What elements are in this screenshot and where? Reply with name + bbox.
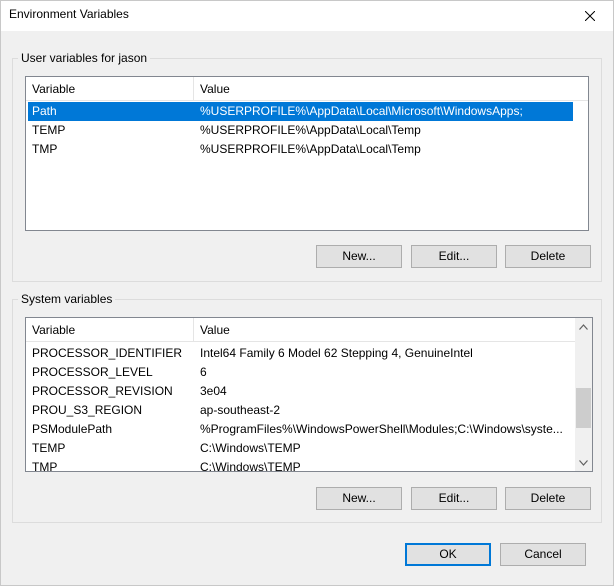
variable-cell: TMP bbox=[32, 460, 58, 472]
vertical-scrollbar[interactable] bbox=[575, 318, 592, 471]
ok-label: OK bbox=[439, 547, 457, 561]
variable-cell: TEMP bbox=[32, 123, 66, 137]
ok-button[interactable]: OK bbox=[405, 543, 491, 566]
system-edit-label: Edit... bbox=[438, 491, 470, 505]
list-header: Variable Value bbox=[26, 318, 575, 342]
close-icon bbox=[585, 11, 595, 21]
cancel-label: Cancel bbox=[524, 547, 562, 561]
user-new-label: New... bbox=[342, 249, 376, 263]
environment-variables-dialog: Environment Variables User variables for… bbox=[0, 0, 614, 586]
table-row[interactable]: TEMP %USERPROFILE%\AppData\Local\Temp bbox=[28, 121, 573, 140]
column-header-variable[interactable]: Variable bbox=[26, 318, 194, 342]
variable-cell: PROCESSOR_REVISION bbox=[32, 384, 173, 398]
table-row[interactable]: PSModulePath %ProgramFiles%\WindowsPower… bbox=[28, 420, 573, 439]
table-row[interactable]: PROCESSOR_IDENTIFIER Intel64 Family 6 Mo… bbox=[28, 344, 573, 363]
value-cell: 6 bbox=[200, 365, 207, 379]
variable-cell: PSModulePath bbox=[32, 422, 113, 436]
scroll-down-button[interactable] bbox=[575, 454, 592, 471]
cancel-button[interactable]: Cancel bbox=[500, 543, 586, 566]
system-edit-button[interactable]: Edit... bbox=[411, 487, 497, 510]
column-header-variable[interactable]: Variable bbox=[26, 77, 194, 101]
value-cell: %USERPROFILE%\AppData\Local\Temp bbox=[200, 142, 421, 156]
close-button[interactable] bbox=[567, 1, 613, 31]
user-new-button[interactable]: New... bbox=[316, 245, 402, 268]
variable-cell: PROCESSOR_LEVEL bbox=[32, 365, 153, 379]
user-variables-label: User variables for jason bbox=[18, 51, 151, 65]
scroll-up-button[interactable] bbox=[575, 318, 592, 335]
system-variables-label: System variables bbox=[18, 292, 116, 306]
table-row[interactable]: PROCESSOR_REVISION 3e04 bbox=[28, 382, 573, 401]
scroll-thumb[interactable] bbox=[576, 388, 591, 428]
variable-cell: PROCESSOR_IDENTIFIER bbox=[32, 346, 183, 360]
user-edit-button[interactable]: Edit... bbox=[411, 245, 497, 268]
value-cell: Intel64 Family 6 Model 62 Stepping 4, Ge… bbox=[200, 346, 473, 360]
user-delete-label: Delete bbox=[530, 249, 566, 263]
system-new-label: New... bbox=[342, 491, 376, 505]
column-header-value[interactable]: Value bbox=[194, 318, 575, 342]
value-cell: 3e04 bbox=[200, 384, 227, 398]
value-cell: %USERPROFILE%\AppData\Local\Temp bbox=[200, 123, 421, 137]
variable-cell: TEMP bbox=[32, 441, 66, 455]
value-cell: C:\Windows\TEMP bbox=[200, 441, 301, 455]
window-title: Environment Variables bbox=[9, 7, 129, 21]
title-bar: Environment Variables bbox=[1, 1, 613, 31]
table-row[interactable]: TEMP C:\Windows\TEMP bbox=[28, 439, 573, 458]
system-delete-button[interactable]: Delete bbox=[505, 487, 591, 510]
column-header-value[interactable]: Value bbox=[194, 77, 588, 101]
user-edit-label: Edit... bbox=[438, 249, 470, 263]
system-delete-label: Delete bbox=[530, 491, 566, 505]
value-cell: %USERPROFILE%\AppData\Local\Microsoft\Wi… bbox=[200, 104, 523, 118]
chevron-up-icon bbox=[579, 323, 588, 330]
variable-cell: PROU_S3_REGION bbox=[32, 403, 143, 417]
variable-cell: TMP bbox=[32, 142, 58, 156]
value-cell: C:\Windows\TEMP bbox=[200, 460, 301, 472]
value-cell: ap-southeast-2 bbox=[200, 403, 281, 417]
system-variables-list[interactable]: Variable Value PROCESSOR_IDENTIFIER Inte… bbox=[25, 317, 593, 472]
value-cell: %ProgramFiles%\WindowsPowerShell\Modules… bbox=[200, 422, 563, 436]
list-header: Variable Value bbox=[26, 77, 588, 101]
table-row[interactable]: TMP %USERPROFILE%\AppData\Local\Temp bbox=[28, 140, 573, 159]
table-row[interactable]: PROU_S3_REGION ap-southeast-2 bbox=[28, 401, 573, 420]
table-row[interactable]: PROCESSOR_LEVEL 6 bbox=[28, 363, 573, 382]
system-new-button[interactable]: New... bbox=[316, 487, 402, 510]
table-row[interactable]: TMP C:\Windows\TEMP bbox=[28, 458, 573, 472]
user-variables-list[interactable]: Variable Value Path %USERPROFILE%\AppDat… bbox=[25, 76, 589, 231]
chevron-down-icon bbox=[579, 459, 588, 466]
table-row[interactable]: Path %USERPROFILE%\AppData\Local\Microso… bbox=[28, 102, 573, 121]
user-delete-button[interactable]: Delete bbox=[505, 245, 591, 268]
variable-cell: Path bbox=[32, 104, 57, 118]
